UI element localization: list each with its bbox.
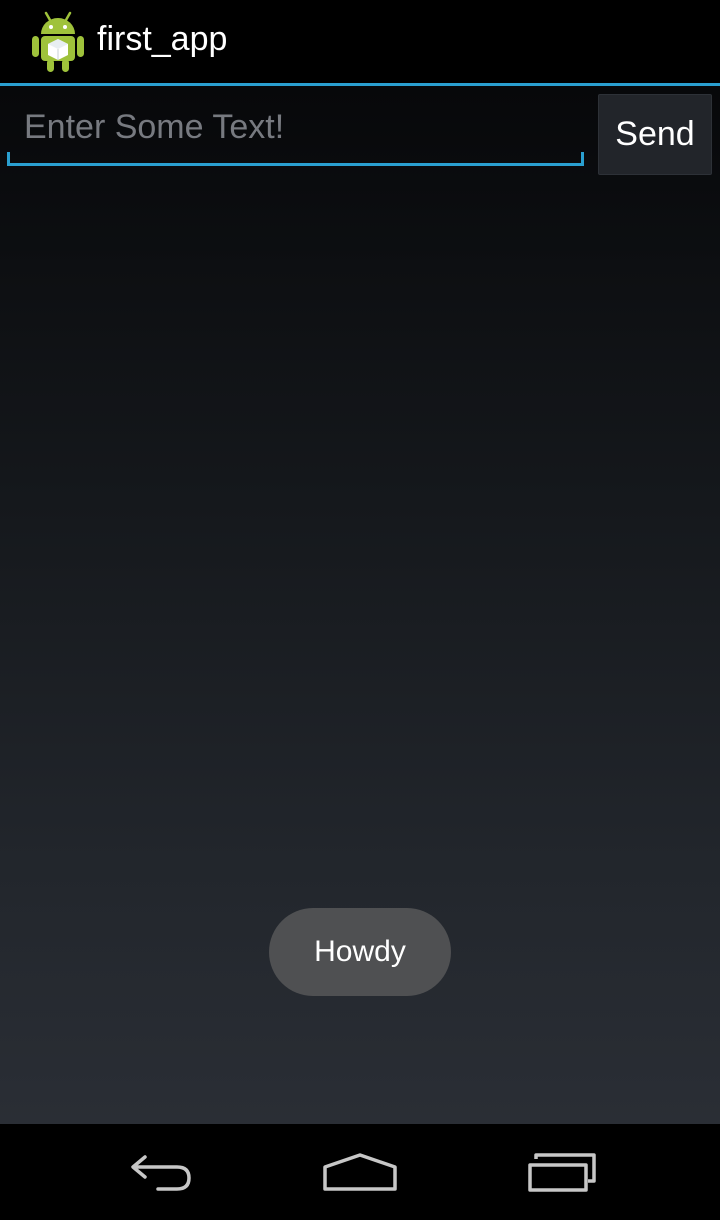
home-button[interactable] [300, 1124, 420, 1220]
recent-apps-icon [528, 1153, 596, 1192]
back-button[interactable] [100, 1124, 220, 1220]
home-icon [323, 1153, 397, 1191]
navigation-bar [0, 1124, 720, 1220]
action-bar: first_app [0, 0, 720, 83]
toast-message: Howdy [269, 908, 451, 996]
recent-apps-button[interactable] [502, 1124, 622, 1220]
input-underline-left-edge [7, 152, 10, 166]
send-button[interactable]: Send [598, 94, 712, 175]
input-underline-right-edge [581, 152, 584, 166]
android-robot-icon [28, 6, 88, 72]
back-icon [131, 1155, 191, 1191]
app-title: first_app [97, 20, 228, 58]
toast-text: Howdy [314, 935, 406, 968]
text-input[interactable] [8, 96, 584, 166]
